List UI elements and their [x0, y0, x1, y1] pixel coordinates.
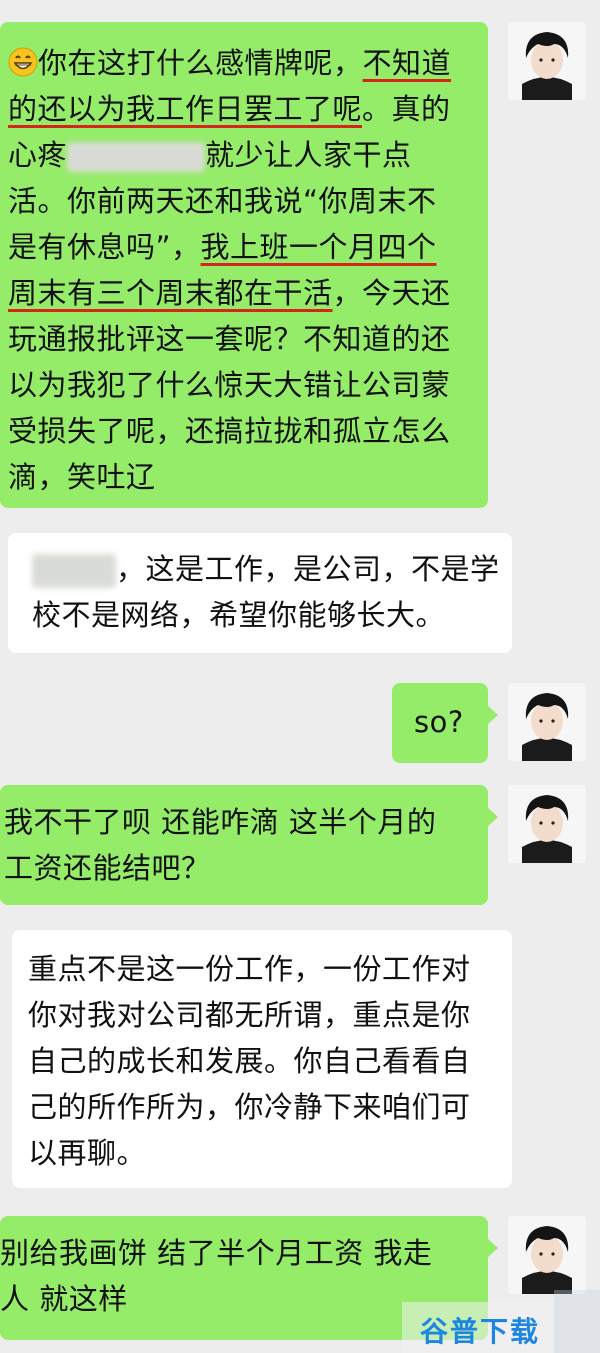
underlined-text: 周末有三个周末都在干活	[8, 276, 333, 310]
watermark: 谷普下载	[402, 1302, 552, 1353]
grin-emoji-icon	[8, 44, 38, 77]
message-text: so?	[414, 705, 464, 739]
avatar[interactable]	[508, 1216, 586, 1294]
user-avatar-icon	[508, 1216, 586, 1294]
message-line: 重点不是这一份工作，一份工作对	[28, 952, 471, 986]
message-text: 活。你前两天还和我说“你周末不	[8, 184, 437, 218]
message-line: 以再聊。	[28, 1136, 147, 1170]
message-line: 你对我对公司都无所谓，重点是你	[28, 998, 471, 1032]
message-bubble-received[interactable]: ，这是工作，是公司，不是学 校不是网络，希望你能够长大。	[8, 533, 512, 653]
user-avatar-icon	[508, 683, 586, 761]
avatar[interactable]	[508, 785, 586, 863]
message-bubble-received[interactable]: 重点不是这一份工作，一份工作对 你对我对公司都无所谓，重点是你 自己的成长和发展…	[12, 930, 512, 1188]
message-bubble-sent[interactable]: so?	[392, 683, 498, 763]
message-line: 的还以为我工作日罢工了呢。真的	[8, 86, 478, 132]
message-line: 己的所作所为，你冷静下来咱们可	[28, 1090, 471, 1124]
message-line: 周末有三个周末都在干活，今天还	[8, 270, 478, 316]
watermark-logo-icon	[554, 1290, 600, 1353]
message-line: 你在这打什么感情牌呢，不知道	[8, 40, 478, 86]
message-text: 是有休息吗”，	[8, 230, 201, 264]
avatar[interactable]	[508, 22, 586, 100]
message-line: 滴，笑吐辽	[8, 460, 156, 494]
message-text: 就少让人家干点	[205, 138, 412, 172]
chat-view: 你在这打什么感情牌呢，不知道 的还以为我工作日罢工了呢。真的 心疼 就少让人家干点…	[0, 0, 600, 1353]
user-avatar-icon	[508, 785, 586, 863]
message-text: 心疼	[8, 138, 68, 172]
underlined-text: 我上班一个月四个	[200, 230, 437, 264]
message-text: ，今天还	[332, 276, 451, 310]
censored-region	[32, 554, 116, 588]
censored-region	[67, 142, 206, 172]
message-line: 玩通报批评这一套呢？不知道的还	[8, 322, 451, 356]
message-bubble-sent[interactable]: 你在这打什么感情牌呢，不知道 的还以为我工作日罢工了呢。真的 心疼 就少让人家干点…	[0, 22, 488, 508]
watermark-text: 谷普下载	[420, 1315, 541, 1348]
message-line: 我不干了呗 还能咋滴 这半个月的	[4, 805, 437, 839]
message-line: 心疼 就少让人家干点	[8, 132, 478, 178]
message-line: 自己的成长和发展。你自己看看自	[28, 1044, 471, 1078]
avatar[interactable]	[508, 683, 586, 761]
message-text: 。真的	[362, 92, 451, 126]
underlined-text: 的还以为我工作日罢工了呢	[8, 92, 363, 126]
message-line: 受损失了呢，还搞拉拢和孤立怎么	[8, 414, 451, 448]
message-bubble-sent[interactable]: 我不干了呗 还能咋滴 这半个月的 工资还能结吧？	[0, 785, 498, 905]
message-line: 工资还能结吧？	[4, 851, 211, 885]
user-avatar-icon	[508, 22, 586, 100]
message-line: 别给我画饼 结了半个月工资 我走	[0, 1236, 433, 1270]
message-line: 活。你前两天还和我说“你周末不	[8, 178, 478, 224]
message-line: 以为我犯了什么惊天大错让公司蒙	[8, 368, 451, 402]
message-line: 校不是网络，希望你能够长大。	[32, 598, 446, 632]
message-text: 你在这打什么感情牌呢，	[38, 46, 363, 80]
message-line: ，这是工作，是公司，不是学	[32, 546, 502, 592]
message-text: ，这是工作，是公司，不是学	[116, 552, 500, 586]
message-line: 是有休息吗”，我上班一个月四个	[8, 224, 478, 270]
underlined-text: 不知道	[362, 46, 452, 80]
